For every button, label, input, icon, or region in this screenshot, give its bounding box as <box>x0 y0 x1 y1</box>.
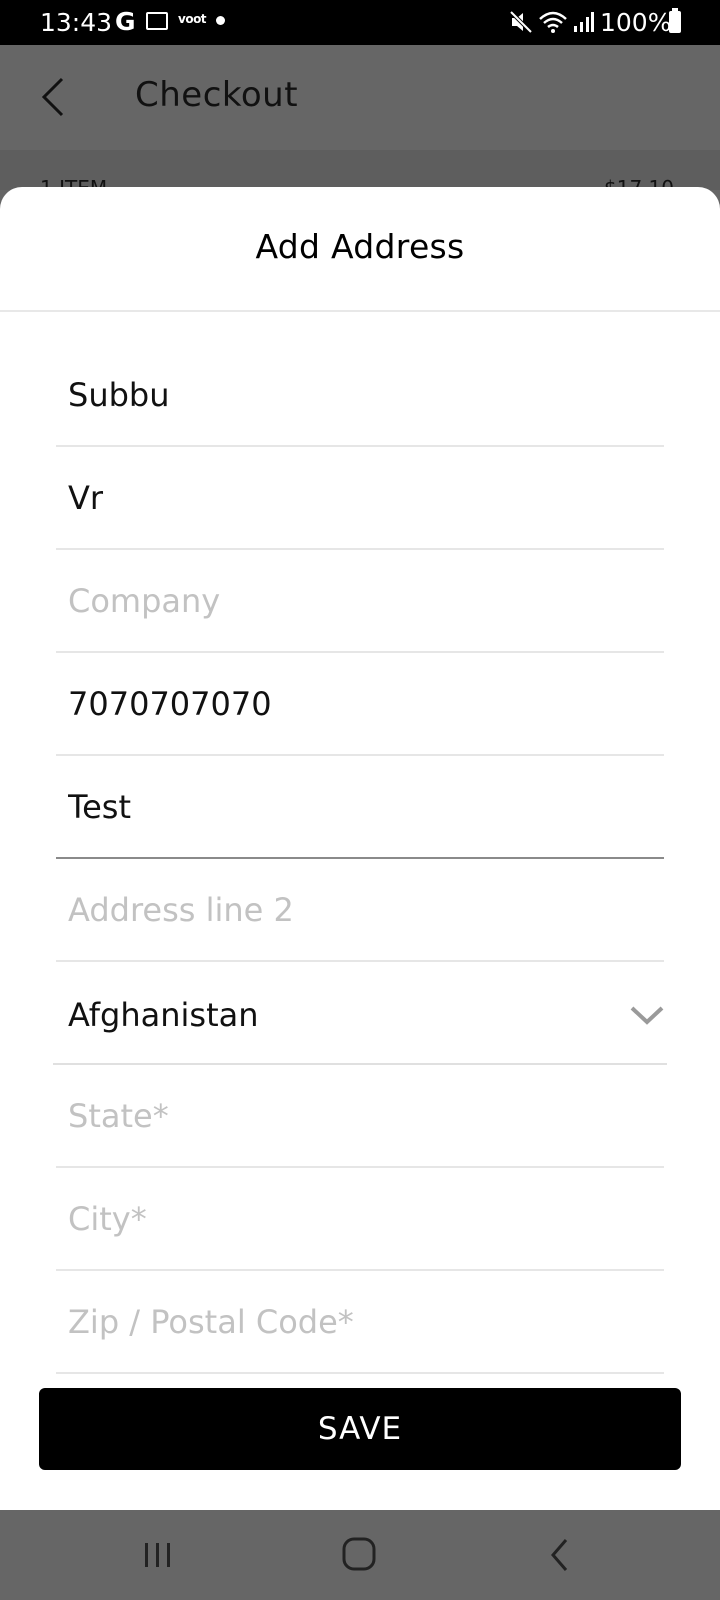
country-select[interactable]: Afghanistan <box>53 962 667 1065</box>
order-summary-strip: 1 ITEM $17.10 <box>0 150 720 200</box>
phone-input[interactable] <box>68 679 628 729</box>
back-arrow-icon[interactable] <box>38 75 68 119</box>
add-address-sheet: Add Address Afghanistan SAVE <box>0 187 720 1510</box>
battery-percent: 100% <box>600 8 672 37</box>
page-title: Checkout <box>135 75 299 115</box>
first-name-field <box>56 344 664 447</box>
address-line-2-field <box>56 859 664 962</box>
phone-field <box>56 653 664 756</box>
last-name-input[interactable] <box>68 473 628 523</box>
status-time: 13:43 <box>40 8 113 37</box>
notification-dot-icon <box>216 16 225 25</box>
address-line-1-field <box>56 756 664 859</box>
back-nav-icon[interactable] <box>535 1534 585 1576</box>
country-value: Afghanistan <box>68 996 259 1034</box>
app-bar: Checkout <box>0 45 720 150</box>
system-nav-bar <box>0 1510 720 1600</box>
address-line-1-input[interactable] <box>68 782 628 832</box>
state-field <box>56 1065 664 1168</box>
chevron-down-icon <box>630 1006 664 1025</box>
address-line-2-input[interactable] <box>68 885 628 935</box>
city-field <box>56 1168 664 1271</box>
signal-icon <box>574 12 594 32</box>
divider <box>0 310 720 312</box>
zip-input[interactable] <box>68 1297 628 1347</box>
google-icon: G <box>115 7 136 36</box>
sheet-title: Add Address <box>255 227 465 266</box>
battery-icon <box>669 8 681 33</box>
save-button[interactable]: SAVE <box>39 1388 681 1470</box>
company-field <box>56 550 664 653</box>
recent-apps-icon[interactable] <box>133 1534 183 1576</box>
zip-field <box>56 1271 664 1374</box>
mute-icon <box>509 10 533 34</box>
last-name-field <box>56 447 664 550</box>
city-input[interactable] <box>68 1194 628 1244</box>
first-name-input[interactable] <box>68 370 628 420</box>
state-input[interactable] <box>68 1091 628 1141</box>
company-input[interactable] <box>68 576 628 626</box>
home-icon[interactable] <box>334 1534 384 1576</box>
mail-icon <box>146 12 168 30</box>
status-bar: 13:43 G voot 100% <box>0 0 720 45</box>
voot-icon: voot <box>178 12 207 26</box>
wifi-icon <box>539 11 567 33</box>
